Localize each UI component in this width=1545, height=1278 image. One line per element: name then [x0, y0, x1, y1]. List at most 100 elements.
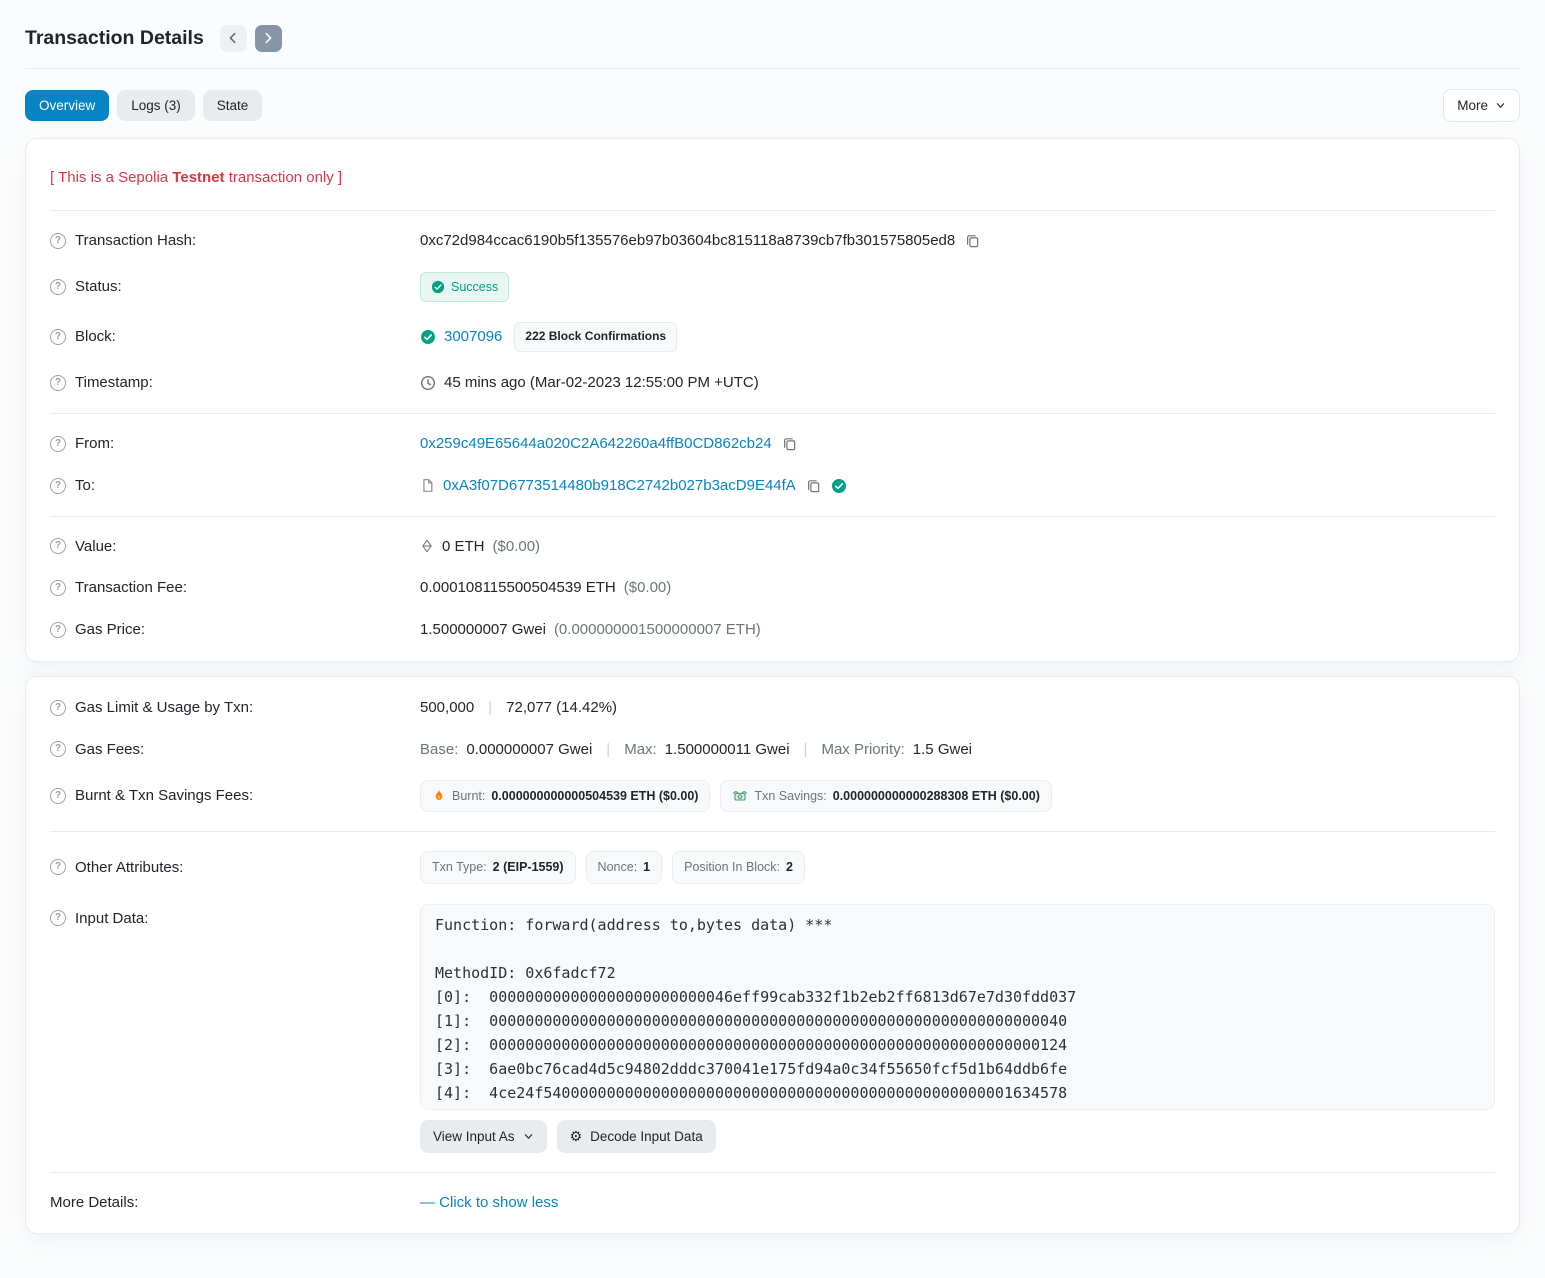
next-transaction-button[interactable] [255, 25, 282, 52]
more-details-row: More Details: — Click to show less [26, 1182, 1519, 1224]
help-icon[interactable]: ? [50, 741, 66, 757]
txn-savings-badge: Txn Savings: 0.000000000000288308 ETH ($… [720, 780, 1051, 812]
clock-icon [420, 375, 436, 391]
timestamp-row: ? Timestamp: 45 mins ago (Mar-02-2023 12… [26, 362, 1519, 404]
help-icon[interactable]: ? [50, 859, 66, 875]
help-icon[interactable]: ? [50, 788, 66, 804]
decode-input-data-button[interactable]: ⚙ Decode Input Data [557, 1120, 716, 1153]
to-row: ? To: 0xA3f07D6773514480b918C2742b027b3a… [26, 465, 1519, 507]
position-in-block-chip: Position In Block: 2 [672, 851, 805, 883]
copy-from-address-button[interactable] [780, 434, 799, 453]
txn-type-chip: Txn Type: 2 (EIP-1559) [420, 851, 576, 883]
money-wings-icon [732, 788, 748, 804]
gas-fees-label: Gas Fees: [75, 739, 144, 761]
nonce-value: 1 [643, 858, 650, 876]
transaction-hash-label: Transaction Hash: [75, 230, 196, 252]
row-value: Base: 0.000000007 Gwei | Max: 1.50000001… [420, 739, 1495, 761]
input-data-actions: View Input As ⚙ Decode Input Data [420, 1120, 1495, 1153]
block-finalized-check-icon [420, 329, 436, 345]
help-icon[interactable]: ? [50, 436, 66, 452]
chevron-left-icon [226, 31, 240, 45]
max-priority-fee-label: Max Priority: [821, 739, 904, 761]
row-label: More Details: [50, 1192, 420, 1214]
row-value: Success [420, 272, 1495, 302]
transaction-fee-label: Transaction Fee: [75, 577, 187, 599]
copy-to-address-button[interactable] [804, 476, 823, 495]
previous-transaction-button[interactable] [220, 25, 247, 52]
block-number-link[interactable]: 3007096 [444, 326, 502, 348]
transaction-fee-row: ? Transaction Fee: 0.000108115500504539 … [26, 567, 1519, 609]
testnet-notice: [ This is a Sepolia Testnet transaction … [50, 159, 342, 191]
input-data-label: Input Data: [75, 908, 148, 930]
chevron-right-icon [261, 31, 275, 45]
separator: | [804, 739, 808, 761]
decode-input-data-label: Decode Input Data [590, 1129, 703, 1144]
max-priority-fee-value: 1.5 Gwei [913, 739, 972, 761]
separator: | [488, 697, 492, 719]
help-icon[interactable]: ? [50, 375, 66, 391]
divider [50, 516, 1495, 517]
row-label: ? Gas Limit & Usage by Txn: [50, 697, 420, 719]
gas-price-amount: 1.500000007 Gwei [420, 619, 546, 641]
txn-type-label: Txn Type: [432, 858, 487, 876]
show-less-toggle[interactable]: — Click to show less [420, 1192, 558, 1214]
testnet-notice-row: [ This is a Sepolia Testnet transaction … [26, 149, 1519, 201]
transaction-fee-usd: ($0.00) [624, 577, 672, 599]
from-address-link[interactable]: 0x259c49E65644a020C2A642260a4ffB0CD862cb… [420, 433, 772, 455]
gas-price-label: Gas Price: [75, 619, 145, 641]
help-icon[interactable]: ? [50, 580, 66, 596]
notice-prefix: [ This is a Sepolia [50, 169, 172, 186]
divider [50, 413, 1495, 414]
help-icon[interactable]: ? [50, 700, 66, 716]
row-label: ? Gas Price: [50, 619, 420, 641]
base-fee-label: Base: [420, 739, 458, 761]
tab-logs[interactable]: Logs (3) [117, 90, 195, 121]
copy-transaction-hash-button[interactable] [963, 231, 982, 250]
row-value: 3007096 222 Block Confirmations [420, 322, 1495, 352]
row-label: ? Burnt & Txn Savings Fees: [50, 785, 420, 807]
transaction-hash-value: 0xc72d984ccac6190b5f135576eb97b03604bc81… [420, 230, 955, 252]
transaction-fee-amount: 0.000108115500504539 ETH [420, 577, 616, 599]
help-icon[interactable]: ? [50, 279, 66, 295]
position-in-block-value: 2 [786, 858, 793, 876]
row-value: 1.500000007 Gwei (0.000000001500000007 E… [420, 619, 1495, 641]
more-details-label: More Details: [50, 1192, 138, 1214]
help-icon[interactable]: ? [50, 233, 66, 249]
help-icon[interactable]: ? [50, 910, 66, 926]
help-icon[interactable]: ? [50, 538, 66, 554]
row-label: ? Status: [50, 276, 420, 298]
page-header: Transaction Details [25, 20, 1520, 69]
base-fee-value: 0.000000007 Gwei [466, 739, 592, 761]
position-in-block-label: Position In Block: [684, 858, 780, 876]
value-amount: 0 ETH [442, 536, 485, 558]
help-icon[interactable]: ? [50, 622, 66, 638]
from-label: From: [75, 433, 114, 455]
help-icon[interactable]: ? [50, 329, 66, 345]
row-value: 0xA3f07D6773514480b918C2742b027b3acD9E44… [420, 475, 1495, 497]
row-label: ? Transaction Fee: [50, 577, 420, 599]
row-label: ? From: [50, 433, 420, 455]
gas-usage-value: 72,077 (14.42%) [506, 697, 617, 719]
burnt-badge-value: 0.000000000000504539 ETH ($0.00) [491, 787, 698, 805]
to-address-link[interactable]: 0xA3f07D6773514480b918C2742b027b3acD9E44… [443, 475, 796, 497]
tab-list: Overview Logs (3) State [25, 90, 262, 121]
row-label: ? To: [50, 475, 420, 497]
more-button[interactable]: More [1443, 89, 1520, 122]
divider [50, 210, 1495, 211]
separator: | [606, 739, 610, 761]
input-data-textbox[interactable]: Function: forward(address to,bytes data)… [420, 904, 1495, 1110]
row-label: ? Gas Fees: [50, 739, 420, 761]
success-check-icon [431, 280, 445, 294]
help-icon[interactable]: ? [50, 478, 66, 494]
chevron-down-icon [1495, 100, 1506, 111]
tab-overview[interactable]: Overview [25, 90, 109, 121]
gas-limit-label: Gas Limit & Usage by Txn: [75, 697, 253, 719]
notice-suffix: transaction only ] [225, 169, 343, 186]
txn-type-value: 2 (EIP-1559) [493, 858, 564, 876]
contract-file-icon [420, 478, 435, 493]
view-input-as-button[interactable]: View Input As [420, 1120, 547, 1153]
row-label: ? Block: [50, 326, 420, 348]
row-value: — Click to show less [420, 1192, 1495, 1214]
tab-state[interactable]: State [203, 90, 263, 121]
gas-fees-row: ? Gas Fees: Base: 0.000000007 Gwei | Max… [26, 729, 1519, 771]
